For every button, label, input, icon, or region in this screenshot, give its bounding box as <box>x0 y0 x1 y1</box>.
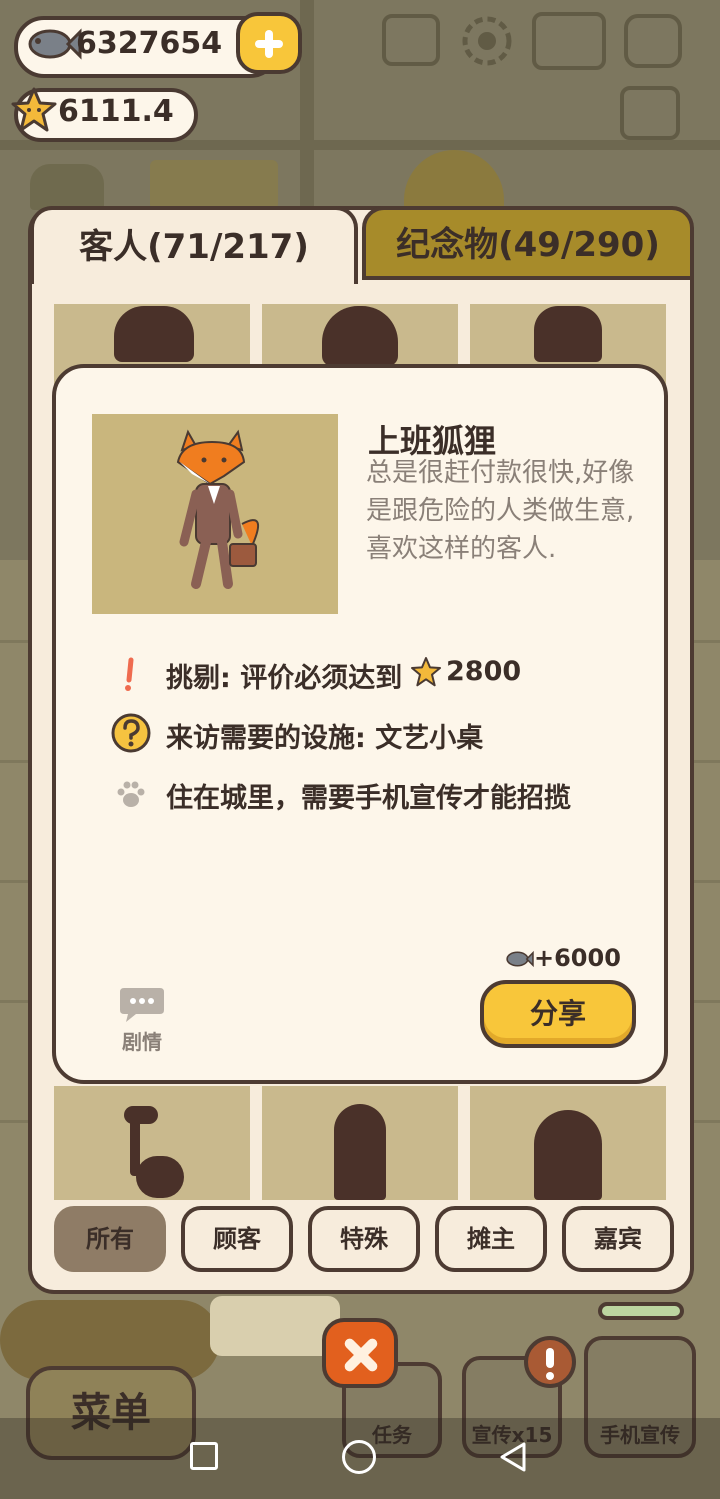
star-count: 6111.4 <box>58 94 174 129</box>
filter-guests[interactable]: 嘉宾 <box>562 1206 674 1272</box>
story-label: 剧情 <box>122 1030 162 1054</box>
locked-guest-silhouette <box>322 306 398 366</box>
guest-portrait <box>92 414 338 614</box>
requirement-text: 住在城里，需要手机宣传才能招揽 <box>166 783 571 814</box>
guest-card[interactable] <box>470 1086 666 1200</box>
add-currency-button[interactable] <box>236 12 302 74</box>
exclamation-icon <box>125 657 134 691</box>
fish-icon <box>506 950 534 968</box>
locked-guest-silhouette <box>534 1110 602 1200</box>
requirement-location: 住在城里，需要手机宣传才能招揽 <box>110 772 610 816</box>
podium-icon[interactable] <box>382 14 440 66</box>
newspaper-icon[interactable] <box>620 86 680 140</box>
back-icon[interactable] <box>496 1440 530 1474</box>
story-button[interactable]: 剧情 <box>112 984 172 1054</box>
book-icon[interactable] <box>532 12 606 70</box>
recent-apps-icon[interactable] <box>190 1442 218 1470</box>
tab-guests[interactable]: 客人(71/217) <box>30 206 358 284</box>
background-stall <box>30 164 104 210</box>
star-icon <box>411 657 441 687</box>
camera-icon[interactable] <box>624 14 682 68</box>
filter-bar: 所有 顾客 特殊 摊主 嘉宾 <box>54 1206 674 1274</box>
fish-count: 6327654 <box>76 26 223 61</box>
share-reward: +6000 <box>534 944 621 972</box>
guest-card[interactable] <box>54 1086 250 1200</box>
filter-all[interactable]: 所有 <box>54 1206 166 1272</box>
background-scroll <box>210 1296 340 1356</box>
requirement-facility: 来访需要的设施: 文艺小桌 <box>110 712 530 756</box>
fish-icon <box>28 28 82 60</box>
requirement-picky: 挑剔: 评价必须达到 2800 <box>110 652 530 696</box>
fox-illustration <box>176 429 260 589</box>
locked-guest-silhouette <box>534 306 602 362</box>
filter-special[interactable]: 特殊 <box>308 1206 420 1272</box>
locked-guest-silhouette <box>136 1156 184 1198</box>
close-button[interactable] <box>322 1318 398 1388</box>
question-icon <box>111 713 151 753</box>
speech-bubble-icon <box>120 988 164 1022</box>
requirement-value: 2800 <box>446 656 522 687</box>
requirement-text: 来访需要的设施: 文艺小桌 <box>166 723 484 754</box>
filter-customers[interactable]: 顾客 <box>181 1206 293 1272</box>
star-icon <box>11 87 57 132</box>
paw-icon <box>117 781 145 807</box>
home-icon[interactable] <box>342 1440 376 1474</box>
guest-description: 总是很赶付款很快,好像是跟危险的人类做生意,喜欢这样的客人. <box>366 458 635 564</box>
locked-guest-silhouette <box>124 1106 158 1124</box>
requirement-text: 挑剔: 评价必须达到 <box>166 663 403 694</box>
progress-bar <box>598 1302 684 1320</box>
locked-guest-silhouette <box>114 306 194 362</box>
gear-icon[interactable] <box>458 12 516 70</box>
guest-card[interactable] <box>262 1086 458 1200</box>
background-sign <box>150 160 278 210</box>
tab-souvenirs[interactable]: 纪念物(49/290) <box>362 206 694 280</box>
share-button[interactable]: 分享 <box>480 980 636 1048</box>
locked-guest-silhouette <box>334 1104 386 1200</box>
alert-icon <box>524 1336 576 1388</box>
filter-vendors[interactable]: 摊主 <box>435 1206 547 1272</box>
